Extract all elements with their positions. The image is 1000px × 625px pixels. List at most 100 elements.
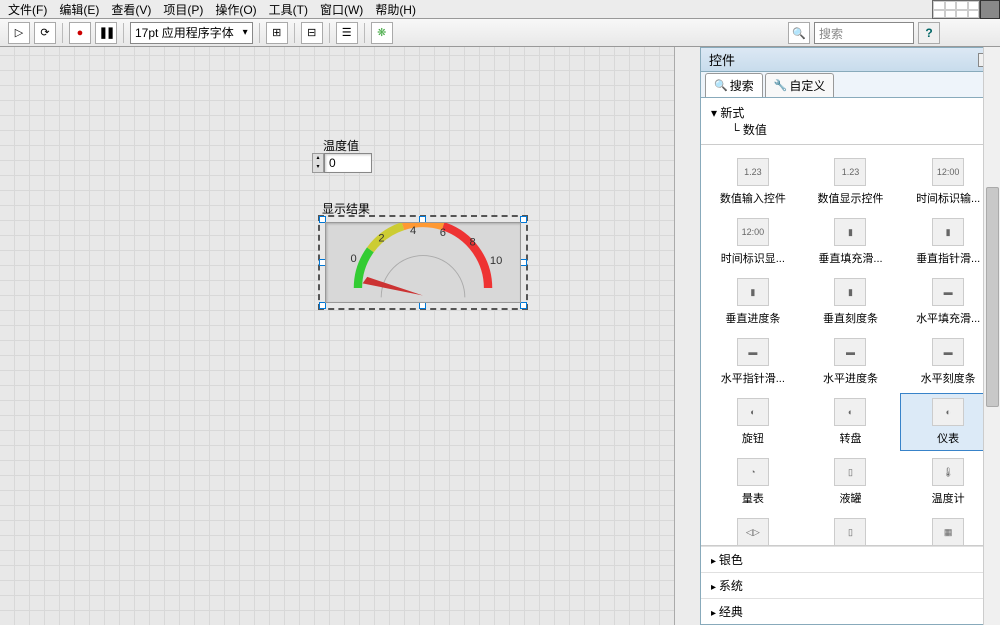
palette-item[interactable]: ◐转盘 — [803, 393, 899, 451]
menu-tools[interactable]: 工具(T) — [269, 1, 308, 18]
temperature-label: 温度值 — [323, 137, 359, 154]
search-input[interactable]: 搜索 — [814, 22, 914, 44]
menu-edit[interactable]: 编辑(E) — [59, 1, 99, 18]
tree-node-numeric[interactable]: └ 数值 — [731, 121, 990, 138]
menu-project[interactable]: 项目(P) — [163, 1, 203, 18]
palette-item-icon: ▮ — [834, 278, 866, 306]
palette-item[interactable]: 1.23数值显示控件 — [803, 153, 899, 211]
palette-tabs: 🔍搜索 🔧自定义 — [701, 72, 1000, 98]
device-icon[interactable] — [980, 0, 1000, 19]
gauge-widget[interactable]: 0 2 4 6 8 10 — [318, 215, 528, 310]
search-icon-button[interactable]: 🔍 — [788, 22, 810, 44]
palette-item[interactable]: 1.23数值输入控件 — [705, 153, 801, 211]
distribute-button[interactable]: ⊟ — [301, 22, 323, 44]
category-silver[interactable]: 银色 — [701, 546, 1000, 572]
tab-search[interactable]: 🔍搜索 — [705, 73, 763, 97]
front-panel-canvas[interactable]: 温度值 ▴▾ 0 显示结果 0 2 4 6 8 — [0, 47, 675, 625]
palette-item-icon: ▮ — [834, 218, 866, 246]
palette-titlebar: 控件 ▫ — [701, 48, 1000, 72]
category-classic[interactable]: 经典 — [701, 598, 1000, 624]
gauge-face: 0 2 4 6 8 10 — [325, 222, 521, 303]
palette-item-icon: ◐ — [932, 398, 964, 426]
window-grid-icon[interactable] — [932, 0, 980, 19]
palette-item-icon: ◐ — [737, 398, 769, 426]
tab-customize[interactable]: 🔧自定义 — [765, 73, 835, 97]
palette-item[interactable]: ◁▷水平滚动条 — [705, 513, 801, 545]
palette-item-icon: 🌡 — [932, 458, 964, 486]
menu-file[interactable]: 文件(F) — [8, 1, 47, 18]
temperature-input[interactable]: 0 — [324, 153, 372, 173]
resize-handle[interactable] — [319, 302, 326, 309]
palette-item-label: 垂直填充滑... — [818, 250, 882, 266]
palette-item-label: 时间标识显... — [721, 250, 785, 266]
palette-item-icon: ▯ — [834, 518, 866, 545]
palette-item-label: 仪表 — [937, 430, 959, 446]
palette-item-icon: ▬ — [834, 338, 866, 366]
palette-item[interactable]: ▬水平填充滑... — [900, 273, 996, 331]
vertical-scrollbar[interactable] — [983, 47, 1000, 625]
palette-item[interactable]: ▮垂直进度条 — [705, 273, 801, 331]
palette-item-icon: 12:00 — [932, 158, 964, 186]
palette-item-icon: ▯ — [834, 458, 866, 486]
palette-item[interactable]: ◐ 仪表 — [900, 393, 996, 451]
palette-item-icon: 12:00 — [737, 218, 769, 246]
menu-operate[interactable]: 操作(O) — [215, 1, 256, 18]
palette-item[interactable]: 12:00 时间标识显... — [705, 213, 801, 271]
palette-item[interactable]: 🌡 温度计 — [900, 453, 996, 511]
menu-help[interactable]: 帮助(H) — [375, 1, 416, 18]
palette-item-label: 时间标识输... — [916, 190, 980, 206]
palette-item-icon: 1.23 — [737, 158, 769, 186]
tools-icon: 🔧 — [774, 79, 788, 92]
palette-item[interactable]: ▯垂直滚动条 — [803, 513, 899, 545]
palette-item[interactable]: ◐ 旋钮 — [705, 393, 801, 451]
palette-item[interactable]: ▬ 水平进度条 — [803, 333, 899, 391]
font-selector[interactable]: 17pt 应用程序字体 — [130, 22, 253, 44]
palette-item[interactable]: ▬水平刻度条 — [900, 333, 996, 391]
reorder-button[interactable]: ☰ — [336, 22, 358, 44]
svg-text:2: 2 — [378, 233, 384, 245]
numeric-spinner[interactable]: ▴▾ — [312, 153, 324, 173]
palette-title-text: 控件 — [709, 50, 735, 69]
run-button[interactable]: ▷ — [8, 22, 30, 44]
settings-button[interactable]: ❋ — [371, 22, 393, 44]
resize-handle[interactable] — [520, 302, 527, 309]
palette-item-label: 水平进度条 — [823, 370, 878, 386]
scrollbar-thumb[interactable] — [986, 187, 999, 407]
search-icon: 🔍 — [714, 79, 728, 92]
menu-view[interactable]: 查看(V) — [111, 1, 151, 18]
palette-item-label: 数值显示控件 — [817, 190, 883, 206]
resize-handle[interactable] — [419, 302, 426, 309]
palette-item-label: 旋钮 — [742, 430, 764, 446]
align-button[interactable]: ⊞ — [266, 22, 288, 44]
palette-item[interactable]: ▮ 垂直填充滑... — [803, 213, 899, 271]
palette-item[interactable]: ▮ 垂直刻度条 — [803, 273, 899, 331]
tree-node-modern[interactable]: ▾ 新式 — [711, 104, 990, 121]
pause-button[interactable]: ❚❚ — [95, 22, 117, 44]
resize-handle[interactable] — [520, 216, 527, 223]
palette-item[interactable]: ◔量表 — [705, 453, 801, 511]
palette-item[interactable]: ▮ 垂直指针滑... — [900, 213, 996, 271]
menu-window[interactable]: 窗口(W) — [320, 1, 363, 18]
run-continuous-button[interactable]: ⟳ — [34, 22, 56, 44]
resize-handle[interactable] — [520, 259, 527, 266]
palette-item[interactable]: ▦带边框颜色盒 — [900, 513, 996, 545]
palette-categories: 银色 系统 经典 — [701, 545, 1000, 624]
help-button[interactable]: ? — [918, 22, 940, 44]
search-container: 🔍 搜索 ? — [788, 22, 940, 44]
palette-item-label: 水平指针滑... — [721, 370, 785, 386]
palette-item-label: 垂直指针滑... — [916, 250, 980, 266]
palette-item[interactable]: ▯ 液罐 — [803, 453, 899, 511]
category-system[interactable]: 系统 — [701, 572, 1000, 598]
palette-item-label: 垂直刻度条 — [823, 310, 878, 326]
palette-item-icon: ◔ — [737, 458, 769, 486]
palette-tree: ▾ 新式 └ 数值 — [701, 98, 1000, 145]
palette-item-label: 温度计 — [932, 490, 965, 506]
palette-item-icon: ▬ — [737, 338, 769, 366]
abort-button[interactable]: ● — [69, 22, 91, 44]
svg-text:10: 10 — [490, 255, 502, 267]
palette-item-icon: ▮ — [932, 218, 964, 246]
palette-item-icon: ▬ — [932, 338, 964, 366]
palette-item[interactable]: 12:00 时间标识输... — [900, 153, 996, 211]
palette-item[interactable]: ▬ 水平指针滑... — [705, 333, 801, 391]
palette-item-label: 液罐 — [839, 490, 861, 506]
